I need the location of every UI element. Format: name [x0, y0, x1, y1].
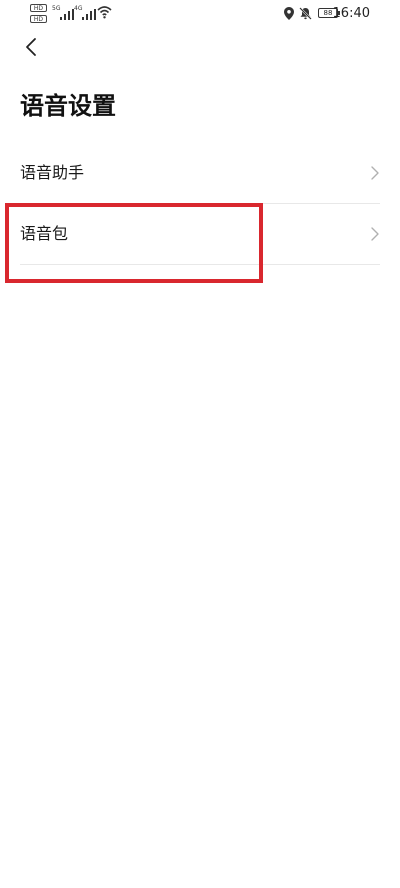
hd-badge-2: HD: [30, 15, 47, 23]
settings-item-voice-pack[interactable]: 语音包: [20, 204, 380, 265]
status-bar: HD HD 5G 4G 88 16:40: [0, 0, 400, 28]
chevron-right-icon: [371, 166, 379, 180]
settings-item-voice-assistant[interactable]: 语音助手: [20, 143, 380, 204]
chevron-left-icon: [26, 38, 36, 56]
location-icon: [284, 7, 294, 20]
status-time: 16:40: [332, 6, 370, 21]
wifi-icon: [97, 6, 112, 19]
chevron-right-icon: [371, 227, 379, 241]
signal-bars-icon: [60, 9, 74, 20]
hd-badge-1: HD: [30, 4, 47, 12]
mute-bell-icon: [299, 7, 312, 20]
back-button[interactable]: [18, 34, 44, 60]
settings-list: 语音助手 语音包: [0, 143, 400, 265]
signal-bars-icon: [82, 9, 96, 20]
settings-item-label: 语音助手: [20, 163, 85, 182]
page-title: 语音设置: [20, 92, 116, 120]
settings-item-label: 语音包: [20, 224, 69, 243]
